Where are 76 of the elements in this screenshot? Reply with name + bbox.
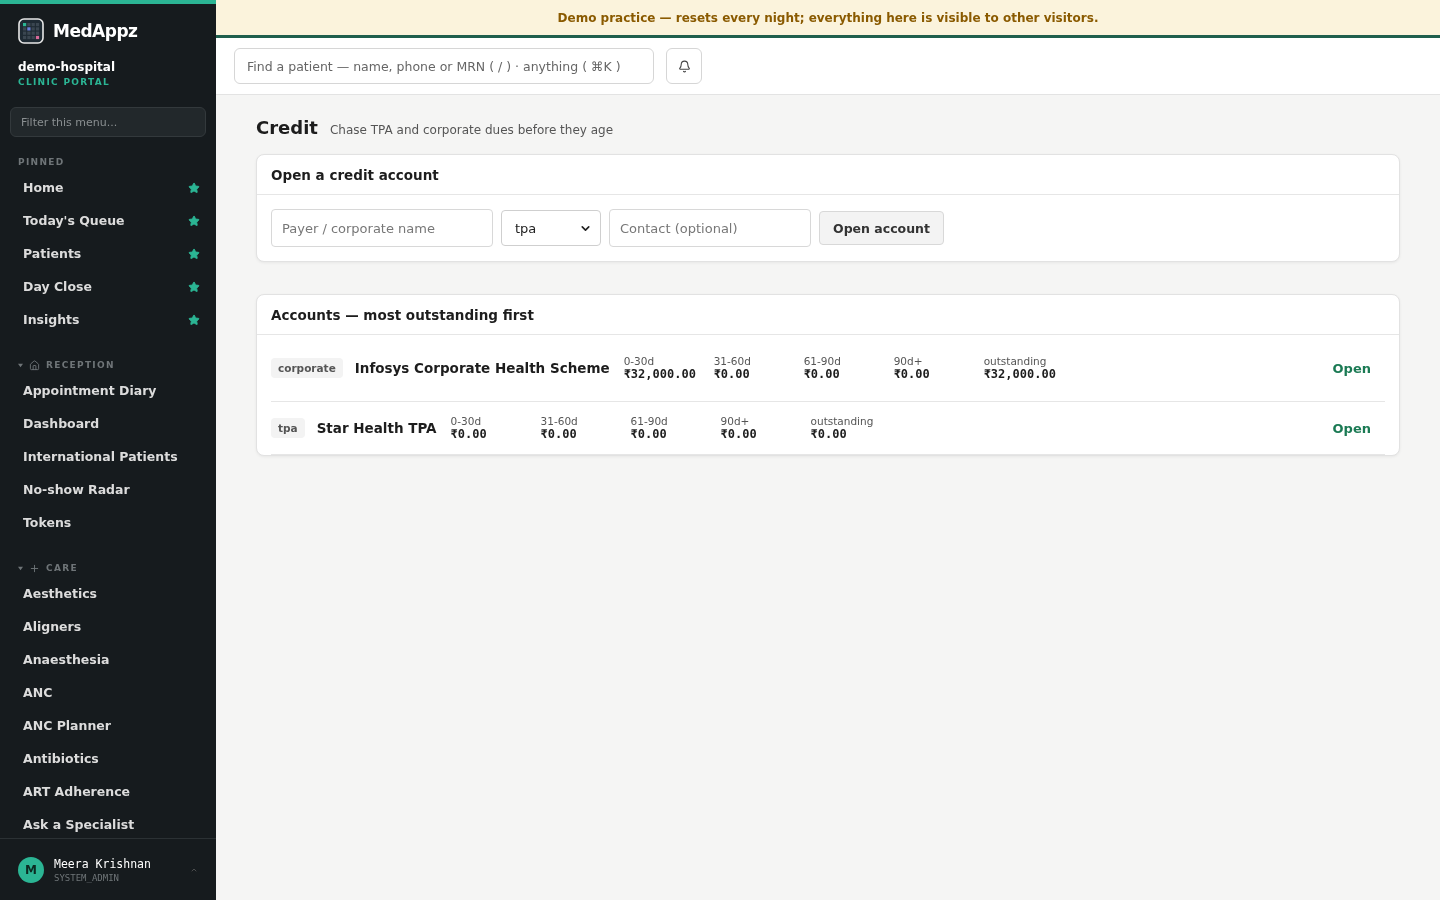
bucket-value: ₹0.00 [720,427,758,441]
nav-item[interactable]: Insights [0,303,216,336]
nav-item[interactable]: Ask a Specialist [0,808,216,838]
nav-item[interactable]: ART Adherence [0,775,216,808]
bucket-label: 90d+ [720,415,751,427]
type-select[interactable]: tpa [501,210,601,246]
card-title: Open a credit account [257,155,1399,195]
star-icon[interactable] [188,247,200,260]
type-tag: tpa [271,418,305,438]
grid-logo-icon [18,18,44,44]
star-icon[interactable] [188,181,200,194]
star-icon[interactable] [188,280,200,293]
bell-icon [677,59,691,73]
notifications-button[interactable] [666,48,702,84]
plus-icon [29,562,40,574]
avatar: M [18,856,44,883]
user-name: Meera Krishnan [54,856,152,871]
bucket-value: ₹0.00 [713,367,751,381]
bucket-label: 90d+ [893,355,924,367]
bucket-value: ₹0.00 [810,427,848,441]
bucket-value: ₹0.00 [893,367,931,381]
nav-item[interactable]: Dashboard [0,407,216,440]
bucket-label: 31-60d [713,355,752,367]
caret-icon[interactable] [18,362,23,368]
nav-item[interactable]: Appointment Diary [0,374,216,407]
nav-item[interactable]: Today's Queue [0,204,216,237]
bucket-value: ₹0.00 [630,427,668,441]
caret-icon[interactable] [18,565,23,571]
page-subtitle: Chase TPA and corporate dues before they age [329,123,614,137]
house-icon [29,359,40,371]
nav-item[interactable]: Patients [0,237,216,270]
user-role: SYSTEM_ADMIN [54,872,121,883]
section-title: CARE [46,563,78,573]
nav-item[interactable]: ANC Planner [0,709,216,742]
filter-field[interactable]: Filter this menu... [10,107,206,137]
search-field[interactable]: Find a patient — name, phone or MRN ( / ) · anything ( ⌘K ) [234,48,654,84]
bucket-label: 31-60d [540,415,579,427]
bucket-label: 61-90d [803,355,842,367]
account-name: Infosys Corporate Health Scheme [354,360,610,376]
open-link[interactable]: Open [1332,420,1371,436]
star-icon[interactable] [188,313,200,326]
bucket-label: 61-90d [630,415,669,427]
demo-banner: Demo practice — resets every night; everything here is visible to other visitors. [216,0,1440,38]
brand-name: MedAppz [53,21,138,41]
nav-item[interactable]: Aligners [0,610,216,643]
account-name: Star Health TPA [316,420,437,436]
nav-item[interactable]: Tokens [0,506,216,539]
open-account-button[interactable]: Open account [819,211,944,245]
nav-item[interactable]: International Patients [0,440,216,473]
bucket-value: ₹32,000.00 [983,367,1057,381]
section-title: RECEPTION [46,360,115,370]
nav-item[interactable]: Antibiotics [0,742,216,775]
bucket-label: 0-30d [623,355,656,367]
portal-label: CLINIC PORTAL [17,76,112,87]
nav-item[interactable]: Home [0,171,216,204]
bucket-value: ₹0.00 [540,427,578,441]
type-tag: corporate [271,358,343,378]
bucket-label: 0-30d [450,415,483,427]
star-icon[interactable] [188,214,200,227]
bucket-label: outstanding [810,415,875,427]
org-name: demo-hospital [17,59,117,74]
bucket-value: ₹32,000.00 [623,367,697,381]
nav-item[interactable]: Aesthetics [0,577,216,610]
bucket-label: outstanding [983,355,1048,367]
nav-item[interactable]: Day Close [0,270,216,303]
contact-field[interactable]: Contact (optional) [609,209,811,247]
page-title: Credit [256,117,318,138]
card-title: Accounts — most outstanding first [257,295,1399,335]
section-title: PINNED [17,156,66,169]
bucket-value: ₹0.00 [803,367,841,381]
nav-item[interactable]: Anaesthesia [0,643,216,676]
payer-field[interactable]: Payer / corporate name [271,209,493,247]
nav-item[interactable]: No-show Radar [0,473,216,506]
bucket-value: ₹0.00 [450,427,488,441]
nav-item[interactable]: ANC [0,676,216,709]
open-link[interactable]: Open [1332,360,1371,376]
